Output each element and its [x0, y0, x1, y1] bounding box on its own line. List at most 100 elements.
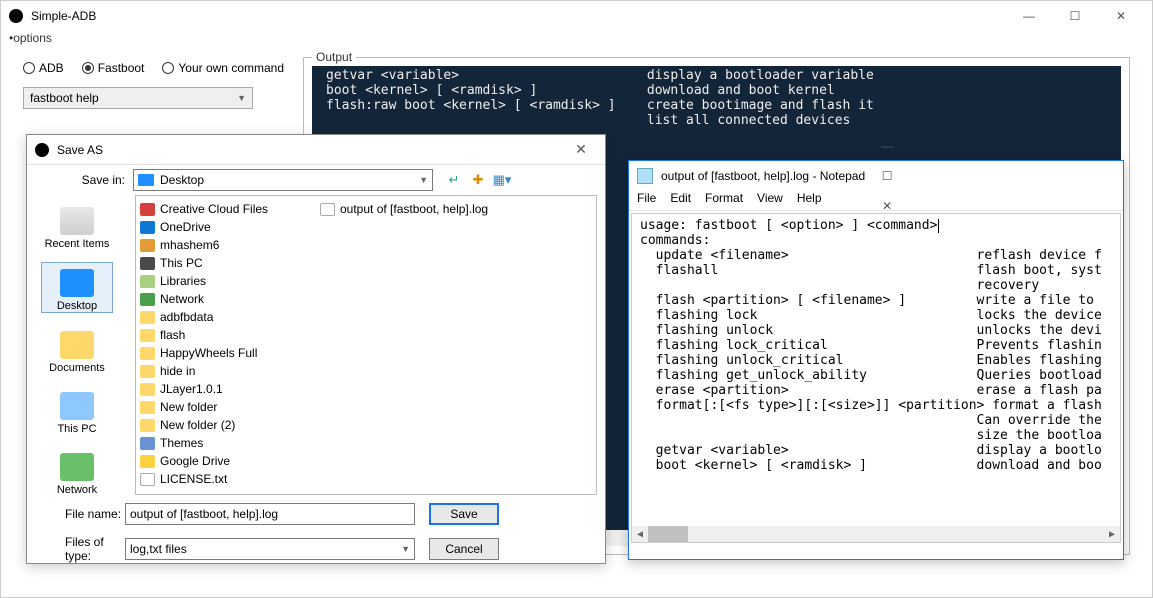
file-label: This PC	[160, 256, 203, 270]
notepad-title: output of [fastboot, help].log - Notepad	[661, 169, 865, 183]
file-item[interactable]: This PC	[140, 254, 320, 272]
file-icon	[140, 329, 155, 342]
file-item[interactable]: flash	[140, 326, 320, 344]
file-label: Creative Cloud Files	[160, 202, 268, 216]
filetype-combobox[interactable]: log,txt files▼	[125, 538, 415, 560]
file-label: flash	[160, 328, 185, 342]
app-icon	[9, 9, 23, 23]
file-icon	[140, 383, 155, 396]
filename-input[interactable]	[125, 503, 415, 525]
file-item[interactable]: LICENSE.txt	[140, 470, 320, 488]
scroll-left-icon[interactable]: ◀	[632, 526, 648, 542]
maximize-button[interactable]: ☐	[1052, 1, 1098, 31]
file-item[interactable]: Libraries	[140, 272, 320, 290]
file-icon	[140, 203, 155, 216]
filetype-label: Files of type:	[35, 535, 125, 563]
file-label: New folder	[160, 400, 217, 414]
notepad-window: output of [fastboot, help].log - Notepad…	[628, 160, 1124, 560]
radio-fastboot[interactable]: Fastboot	[82, 61, 145, 75]
file-item[interactable]: Themes	[140, 434, 320, 452]
file-item[interactable]: Network	[140, 290, 320, 308]
file-item[interactable]: HappyWheels Full	[140, 344, 320, 362]
file-item[interactable]: adbfbdata	[140, 308, 320, 326]
file-label: New folder (2)	[160, 418, 235, 432]
place-thispc[interactable]: This PC	[41, 386, 113, 435]
file-item[interactable]: hide in	[140, 362, 320, 380]
savein-combobox[interactable]: Desktop ▼	[133, 169, 433, 191]
save-as-dialog: Save AS ✕ Save in: Desktop ▼ ↵ ✚ ▦▾ Rece…	[26, 134, 606, 564]
menu-help[interactable]: Help	[797, 191, 822, 210]
file-icon	[140, 365, 155, 378]
file-icon	[140, 455, 155, 468]
text-caret	[938, 219, 939, 233]
maximize-button[interactable]: ☐	[865, 161, 909, 191]
save-as-titlebar[interactable]: Save AS ✕	[27, 135, 605, 165]
file-icon	[140, 437, 155, 450]
menu-edit[interactable]: Edit	[670, 191, 691, 210]
file-label: JLayer1.0.1	[160, 382, 223, 396]
file-icon	[140, 347, 155, 360]
chevron-down-icon: ▼	[237, 93, 246, 103]
file-icon	[140, 221, 155, 234]
notepad-horizontal-scrollbar[interactable]: ◀ ▶	[632, 526, 1120, 542]
file-icon	[140, 257, 155, 270]
menu-format[interactable]: Format	[705, 191, 743, 210]
file-label: hide in	[160, 364, 195, 378]
file-label: OneDrive	[160, 220, 211, 234]
file-icon	[140, 473, 155, 486]
scrollbar-thumb[interactable]	[648, 526, 688, 542]
savein-label: Save in:	[35, 173, 125, 187]
chevron-down-icon: ▼	[401, 544, 410, 554]
file-item[interactable]: mhashem6	[140, 236, 320, 254]
place-recent[interactable]: Recent Items	[41, 201, 113, 250]
close-button[interactable]: ✕	[1098, 1, 1144, 31]
main-titlebar[interactable]: Simple-ADB — ☐ ✕	[1, 1, 1152, 31]
minimize-button[interactable]: —	[865, 131, 909, 161]
place-documents[interactable]: Documents	[41, 325, 113, 374]
file-label: Libraries	[160, 274, 206, 288]
place-network[interactable]: Network	[41, 447, 113, 496]
dialog-title: Save AS	[57, 143, 103, 157]
app-title: Simple-ADB	[31, 9, 96, 23]
up-one-level-icon[interactable]: ↵	[445, 171, 463, 189]
file-icon	[140, 239, 155, 252]
file-item[interactable]: Creative Cloud Files	[140, 200, 320, 218]
save-button[interactable]: Save	[429, 503, 499, 525]
file-item[interactable]: Google Drive	[140, 452, 320, 470]
new-folder-icon[interactable]: ✚	[469, 171, 487, 189]
menu-options[interactable]: •options	[1, 31, 1152, 51]
menu-view[interactable]: View	[757, 191, 783, 210]
file-icon	[140, 275, 155, 288]
radio-adb[interactable]: ADB	[23, 61, 64, 75]
file-item[interactable]: OneDrive	[140, 218, 320, 236]
output-label: Output	[312, 50, 356, 64]
dialog-icon	[35, 143, 49, 157]
recent-icon	[60, 207, 94, 235]
thispc-icon	[60, 392, 94, 420]
file-icon	[140, 419, 155, 432]
file-label: Google Drive	[160, 454, 230, 468]
documents-icon	[60, 331, 94, 359]
radio-own-command[interactable]: Your own command	[162, 61, 284, 75]
view-menu-icon[interactable]: ▦▾	[493, 171, 511, 189]
minimize-button[interactable]: —	[1006, 1, 1052, 31]
file-label: LICENSE.txt	[160, 472, 227, 486]
file-item[interactable]: JLayer1.0.1	[140, 380, 320, 398]
desktop-icon	[138, 174, 154, 186]
file-label: output of [fastboot, help].log	[340, 202, 488, 216]
file-icon	[320, 203, 335, 216]
dialog-close-button[interactable]: ✕	[565, 141, 597, 158]
file-item[interactable]: New folder (2)	[140, 416, 320, 434]
notepad-titlebar[interactable]: output of [fastboot, help].log - Notepad…	[629, 161, 1123, 191]
scroll-right-icon[interactable]: ▶	[1104, 526, 1120, 542]
command-combobox[interactable]: fastboot help ▼	[23, 87, 253, 109]
notepad-icon	[637, 168, 653, 184]
place-desktop[interactable]: Desktop	[41, 262, 113, 313]
notepad-textarea[interactable]: usage: fastboot [ <option> ] <command> c…	[631, 213, 1121, 543]
file-item[interactable]: New folder	[140, 398, 320, 416]
file-label: mhashem6	[160, 238, 219, 252]
cancel-button[interactable]: Cancel	[429, 538, 499, 560]
file-list[interactable]: Creative Cloud Files OneDrive mhashem6 This…	[135, 195, 597, 495]
menu-file[interactable]: File	[637, 191, 656, 210]
file-item[interactable]: output of [fastboot, help].log	[320, 200, 580, 218]
